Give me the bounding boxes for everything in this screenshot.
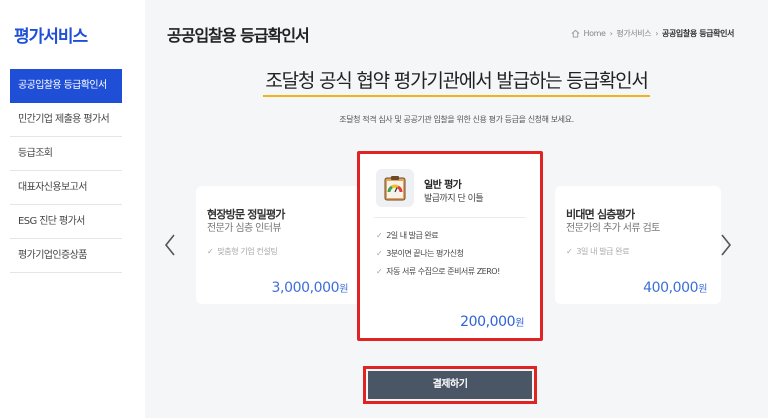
- card-price-value: 200,000: [460, 314, 516, 330]
- check-icon: ✓: [376, 231, 383, 240]
- page-title: 공공입찰용 등급확인서: [167, 26, 310, 45]
- gauge-clipboard-icon: [384, 176, 406, 201]
- plan-card-general[interactable]: 일반 평가 발급까지 단 이틀 ✓ 2일 내 발급 완료 ✓ 3분이면 끝나는 평가…: [357, 151, 543, 341]
- breadcrumb-service[interactable]: 평가서비스: [616, 28, 651, 39]
- subline: 조달청 적격 심사 및 공공기관 입찰을 위한 신용 평가 등급을 신청해 보세…: [339, 115, 574, 124]
- plan-card-onsite[interactable]: 현장방문 정밀평가 전문가 심층 인터뷰 ✓ 맞춤형 기업 컨설팅 3,000,0…: [196, 186, 362, 304]
- next-arrow-icon[interactable]: [719, 232, 733, 258]
- card-desc: 전문가의 추가 서류 검토: [566, 223, 660, 234]
- sidebar-item-private-report[interactable]: 민간기업 제출용 평가서: [10, 103, 122, 137]
- card-feature-text: 3일 내 발급 완료: [576, 247, 630, 256]
- headline-text: 조달청 공식 협약 평가기관에서 발급하는 등급확인서: [263, 70, 650, 97]
- card-feature-text: 자동 서류 수집으로 준비서류 ZERO!: [386, 267, 500, 276]
- card-desc: 전문가 심층 인터뷰: [207, 223, 282, 234]
- card-price-value: 3,000,000: [271, 280, 340, 296]
- breadcrumb: Home › 평가서비스 › 공공입찰용 등급확인서: [571, 28, 734, 39]
- sidebar-item-grade-lookup[interactable]: 등급조회: [10, 137, 122, 171]
- breadcrumb-home[interactable]: Home: [584, 29, 606, 38]
- card-feature-text: 맞춤형 기업 컨설팅: [217, 247, 278, 256]
- card-feature: ✓ 3일 내 발급 완료: [566, 246, 630, 257]
- card-feature: ✓ 2일 내 발급 완료: [376, 230, 439, 241]
- headline: 조달청 공식 협약 평가기관에서 발급하는 등급확인서: [145, 66, 768, 97]
- card-feature-text: 3분이면 끝나는 평가신청: [386, 249, 464, 258]
- card-price: 400,000원: [643, 280, 707, 296]
- card-feature: ✓ 3분이면 끝나는 평가신청: [376, 248, 464, 259]
- card-divider: [374, 217, 526, 218]
- prev-arrow-icon[interactable]: [163, 232, 177, 258]
- home-icon: [571, 29, 579, 38]
- plan-badge: [376, 169, 414, 207]
- sidebar-item-certified-products[interactable]: 평가기업인증상품: [10, 239, 122, 273]
- card-price-unit: 원: [698, 284, 707, 295]
- sidebar-item-esg-report[interactable]: ESG 진단 평가서: [10, 205, 122, 239]
- check-icon: ✓: [376, 249, 383, 258]
- card-feature-text: 2일 내 발급 완료: [386, 231, 439, 240]
- breadcrumb-current: 공공입찰용 등급확인서: [662, 29, 734, 38]
- card-price-unit: 원: [339, 284, 348, 295]
- main-content: 공공입찰용 등급확인서 Home › 평가서비스 › 공공입찰용 등급확인서 조…: [145, 0, 768, 418]
- card-price: 3,000,000원: [271, 280, 349, 296]
- pay-button-highlight: 결제하기: [363, 366, 537, 404]
- plan-card-remote[interactable]: 비대면 심층평가 전문가의 추가 서류 검토 ✓ 3일 내 발급 완료 400,0…: [555, 186, 721, 304]
- card-feature: ✓ 맞춤형 기업 컨설팅: [207, 246, 278, 257]
- check-icon: ✓: [376, 267, 383, 276]
- card-title: 일반 평가: [424, 180, 462, 191]
- pay-button[interactable]: 결제하기: [368, 371, 532, 399]
- card-price-unit: 원: [515, 318, 524, 329]
- check-icon: ✓: [566, 247, 573, 256]
- card-price: 200,000원: [460, 314, 524, 330]
- sidebar-item-public-bid-certificate[interactable]: 공공입찰용 등급확인서: [10, 69, 122, 103]
- sidebar: 평가서비스 공공입찰용 등급확인서 민간기업 제출용 평가서 등급조회 대표자신…: [0, 0, 130, 418]
- card-feature: ✓ 자동 서류 수집으로 준비서류 ZERO!: [376, 266, 500, 277]
- check-icon: ✓: [207, 247, 214, 256]
- card-desc: 발급까지 단 이틀: [424, 194, 484, 204]
- card-price-value: 400,000: [643, 280, 699, 296]
- breadcrumb-separator: ›: [609, 29, 613, 38]
- sidebar-item-ceo-credit-report[interactable]: 대표자신용보고서: [10, 171, 122, 205]
- breadcrumb-separator: ›: [655, 29, 659, 38]
- sidebar-title: 평가서비스: [14, 27, 88, 47]
